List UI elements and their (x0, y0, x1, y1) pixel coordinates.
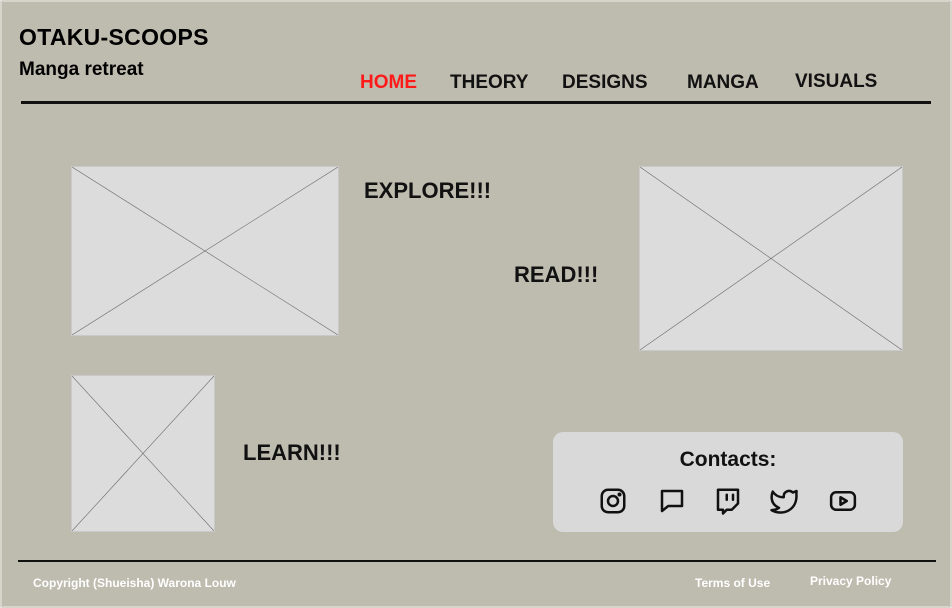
nav-visuals[interactable]: VISUALS (795, 71, 877, 93)
terms-of-use-link[interactable]: Terms of Use (695, 576, 770, 590)
explore-label[interactable]: EXPLORE!!! (364, 178, 491, 204)
message-icon[interactable] (655, 484, 689, 518)
learn-label[interactable]: LEARN!!! (243, 440, 341, 466)
learn-image-placeholder (71, 375, 215, 532)
contacts-panel: Contacts: (553, 432, 903, 532)
footer-divider (18, 560, 936, 562)
explore-image-placeholder (71, 166, 339, 336)
nav-designs[interactable]: DESIGNS (562, 72, 648, 94)
nav-manga[interactable]: MANGA (687, 72, 759, 94)
header-divider (21, 101, 931, 104)
read-label[interactable]: READ!!! (514, 262, 598, 288)
page-frame: OTAKU-SCOOPS Manga retreat HOME THEORY D… (0, 0, 952, 608)
site-subtitle: Manga retreat (19, 59, 144, 80)
youtube-icon[interactable] (826, 484, 860, 518)
instagram-icon[interactable] (596, 484, 630, 518)
nav-home[interactable]: HOME (360, 72, 417, 94)
privacy-policy-link[interactable]: Privacy Policy (810, 574, 891, 588)
site-title: OTAKU-SCOOPS (19, 24, 209, 50)
read-image-placeholder (639, 166, 903, 351)
twitter-icon[interactable] (767, 484, 801, 518)
contacts-title: Contacts: (679, 448, 777, 471)
footer-copyright: Copyright (Shueisha) Warona Louw (33, 576, 236, 590)
nav-theory[interactable]: THEORY (450, 72, 528, 94)
twitch-icon[interactable] (711, 484, 745, 518)
